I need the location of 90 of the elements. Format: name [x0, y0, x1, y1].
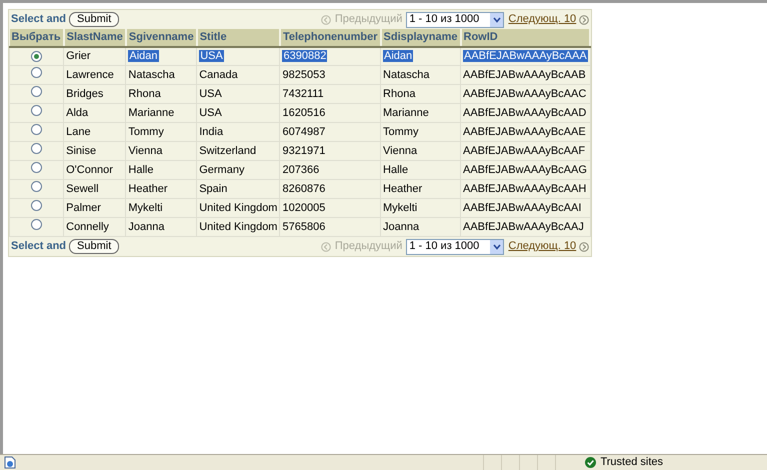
- table-cell: 6074987: [282, 126, 326, 138]
- table-cell: AABfEJABwAAAyBcAAE: [463, 126, 586, 138]
- radio-button[interactable]: [31, 124, 42, 135]
- table-cell: Sewell: [66, 182, 99, 195]
- radio-button[interactable]: [31, 162, 42, 173]
- select-and-label: Select and: [11, 239, 66, 254]
- table-cell: Aidan: [383, 50, 414, 62]
- table-cell: Mykelti: [383, 202, 418, 214]
- table-cell: Alda: [66, 106, 88, 119]
- table-cell: AABfEJABwAAAyBcAAJ: [463, 220, 584, 233]
- table-cell: Switzerland: [199, 144, 256, 157]
- table-cell: 9825053: [282, 68, 326, 81]
- table-cell: Natascha: [128, 68, 175, 81]
- column-header: Telephonenumber: [280, 29, 381, 46]
- column-header: Sgivenname: [126, 29, 197, 46]
- column-header: RowID: [460, 29, 590, 46]
- range-select[interactable]: 1 - 10 из 1000: [406, 12, 504, 28]
- table-cell: India: [199, 126, 224, 138]
- table-cell: Joanna: [383, 220, 420, 233]
- table-cell: Mykelti: [128, 202, 163, 214]
- table-cell: Halle: [383, 164, 408, 176]
- zone-label: Trusted sites: [600, 455, 663, 470]
- table-cell: Canada: [199, 68, 238, 81]
- radio-button[interactable]: [31, 104, 42, 116]
- table-cell: 8260876: [282, 182, 326, 195]
- table-cell: AABfEJABwAAAyBcAAB: [463, 68, 586, 81]
- table-cell: Rhona: [128, 88, 161, 100]
- table-cell: O'Connor: [66, 164, 113, 176]
- table-cell: Rhona: [383, 88, 416, 100]
- radio-button[interactable]: [31, 142, 42, 154]
- table-cell: USA: [199, 106, 222, 119]
- table-cell: 7432111: [282, 88, 324, 100]
- radio-button[interactable]: [31, 86, 42, 97]
- table-cell: USA: [199, 50, 224, 62]
- table-cell: Vienna: [383, 144, 418, 157]
- table-cell: Marianne: [128, 106, 174, 119]
- table-cell: AABfEJABwAAAyBcAAI: [463, 202, 582, 214]
- next-icon[interactable]: [579, 242, 590, 252]
- table-cell: Germany: [199, 164, 244, 176]
- table-cell: 1020005: [282, 202, 326, 214]
- table-cell: United Kingdom: [199, 220, 278, 233]
- table-cell: Heather: [128, 182, 168, 195]
- table-cell: AABfEJABwAAAyBcAAA: [463, 50, 588, 62]
- table-cell: Natascha: [383, 68, 430, 81]
- table-cell: AABfEJABwAAAyBcAAF: [463, 144, 586, 157]
- table-cell: 1620516: [282, 106, 326, 119]
- column-header: Stitle: [196, 29, 280, 46]
- check-icon: [585, 457, 596, 468]
- table-cell: Aidan: [128, 50, 159, 62]
- table-cell: Marianne: [383, 106, 429, 119]
- table-cell: Lawrence: [66, 68, 114, 81]
- table-cell: United Kingdom: [199, 202, 278, 214]
- table-cell: Spain: [199, 182, 228, 195]
- table-cell: USA: [199, 88, 222, 100]
- table-cell: Heather: [383, 182, 422, 195]
- table-cell: Connelly: [66, 220, 109, 233]
- column-header: Sdisplayname: [380, 29, 460, 46]
- table-cell: Tommy: [128, 126, 164, 138]
- table-cell: Sinise: [66, 144, 96, 157]
- column-header: Выбрать: [10, 29, 64, 46]
- table-cell: AABfEJABwAAAyBcAAC: [463, 88, 586, 100]
- submit-button[interactable]: Submit: [69, 12, 120, 27]
- next-link[interactable]: Следующ. 10: [508, 238, 576, 255]
- submit-button[interactable]: Submit: [69, 239, 120, 254]
- table-cell: Grier: [66, 50, 91, 62]
- radio-button[interactable]: [31, 200, 42, 211]
- table-cell: 9321971: [282, 144, 326, 157]
- table-cell: Bridges: [66, 88, 104, 100]
- table-cell: Vienna: [128, 144, 162, 157]
- column-header: SlastName: [64, 29, 126, 46]
- range-select[interactable]: 1 - 10 из 1000: [406, 238, 504, 254]
- select-and-label: Select and: [11, 12, 66, 28]
- table-cell: Lane: [66, 126, 91, 138]
- next-icon[interactable]: [579, 14, 590, 24]
- table-cell: Tommy: [383, 126, 418, 138]
- page-icon: [4, 456, 16, 469]
- radio-button[interactable]: [31, 180, 42, 192]
- table-cell: AABfEJABwAAAyBcAAG: [463, 164, 587, 176]
- table-cell: AABfEJABwAAAyBcAAH: [463, 182, 586, 195]
- table-cell: Halle: [128, 164, 154, 176]
- table-cell: 5765806: [282, 220, 326, 233]
- radio-button[interactable]: [31, 66, 42, 78]
- table-cell: Joanna: [128, 220, 164, 233]
- table-cell: 6390882: [282, 50, 328, 62]
- radio-button[interactable]: [31, 218, 42, 230]
- table-cell: AABfEJABwAAAyBcAAD: [463, 106, 586, 119]
- radio-button[interactable]: [31, 51, 42, 62]
- table-cell: Palmer: [66, 202, 101, 214]
- next-link[interactable]: Следующ. 10: [508, 11, 576, 28]
- table-cell: 207366: [282, 164, 320, 176]
